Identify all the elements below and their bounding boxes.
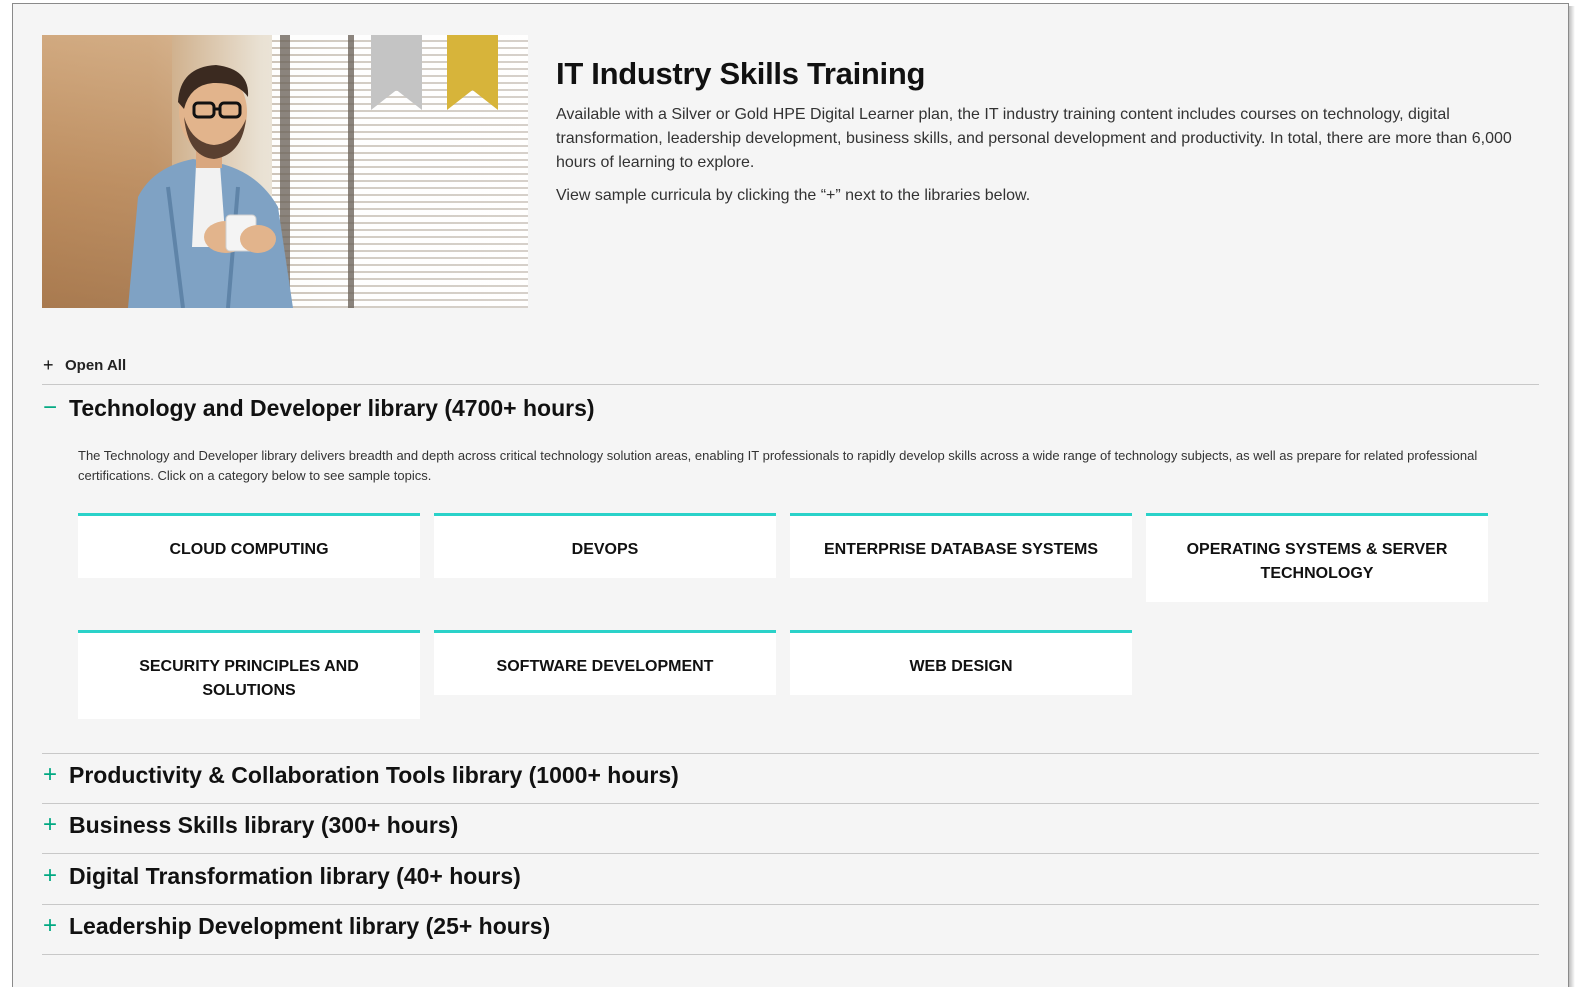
plus-icon: + xyxy=(43,912,58,939)
minus-icon: − xyxy=(43,394,58,421)
category-label: SECURITY PRINCIPLES AND SOLUTIONS xyxy=(139,658,359,699)
accordion-business-skills[interactable]: + Business Skills library (300+ hours) xyxy=(43,811,458,839)
hero-window-frame xyxy=(348,35,354,308)
page-hint: View sample curricula by clicking the “+… xyxy=(556,187,1031,204)
category-label: DEVOPS xyxy=(571,541,639,558)
page-title: IT Industry Skills Training xyxy=(556,56,926,91)
open-all-button[interactable]: + Open All xyxy=(43,355,126,376)
plus-icon: + xyxy=(43,811,58,838)
accordion-leadership-development[interactable]: + Leadership Development library (25+ ho… xyxy=(43,912,550,940)
accordion-title: Digital Transformation library (40+ hour… xyxy=(69,862,521,889)
accordion-title: Technology and Developer library (4700+ … xyxy=(69,394,595,421)
category-label: SOFTWARE DEVELOPMENT xyxy=(496,658,714,675)
accordion-title: Leadership Development library (25+ hour… xyxy=(69,912,551,939)
divider xyxy=(42,954,1539,955)
divider xyxy=(42,904,1539,905)
divider xyxy=(42,384,1539,385)
category-operating-systems-server[interactable]: OPERATING SYSTEMS & SERVER TECHNOLOGY xyxy=(1146,513,1488,602)
accordion-productivity-collaboration[interactable]: + Productivity & Collaboration Tools lib… xyxy=(43,761,679,789)
divider xyxy=(42,853,1539,854)
category-label: WEB DESIGN xyxy=(909,658,1013,675)
divider xyxy=(42,803,1539,804)
category-devops[interactable]: DEVOPS xyxy=(434,513,776,578)
silver-ribbon-icon xyxy=(371,35,422,110)
accordion-digital-transformation[interactable]: + Digital Transformation library (40+ ho… xyxy=(43,862,521,890)
category-enterprise-database-systems[interactable]: ENTERPRISE DATABASE SYSTEMS xyxy=(790,513,1132,578)
category-label: OPERATING SYSTEMS & SERVER TECHNOLOGY xyxy=(1186,541,1448,582)
category-label: ENTERPRISE DATABASE SYSTEMS xyxy=(823,541,1099,558)
plus-icon: + xyxy=(43,761,58,788)
divider xyxy=(42,753,1539,754)
accordion-title: Productivity & Collaboration Tools libra… xyxy=(69,761,679,788)
plus-icon: + xyxy=(43,862,58,889)
library-description: The Technology and Developer library del… xyxy=(78,448,1478,483)
open-all-label: Open All xyxy=(65,357,127,374)
plus-icon: + xyxy=(43,355,54,375)
category-label: CLOUD COMPUTING xyxy=(169,541,329,558)
category-cloud-computing[interactable]: CLOUD COMPUTING xyxy=(78,513,420,578)
category-software-development[interactable]: SOFTWARE DEVELOPMENT xyxy=(434,630,776,695)
hero-person-illustration xyxy=(128,65,293,308)
hero-image xyxy=(42,35,528,308)
page-description: Available with a Silver or Gold HPE Digi… xyxy=(556,106,1512,171)
accordion-technology-developer[interactable]: − Technology and Developer library (4700… xyxy=(43,394,595,422)
panel-shadow xyxy=(1569,6,1575,987)
gold-ribbon-icon xyxy=(447,35,498,110)
accordion-title: Business Skills library (300+ hours) xyxy=(69,811,459,838)
category-security-principles[interactable]: SECURITY PRINCIPLES AND SOLUTIONS xyxy=(78,630,420,719)
category-web-design[interactable]: WEB DESIGN xyxy=(790,630,1132,695)
